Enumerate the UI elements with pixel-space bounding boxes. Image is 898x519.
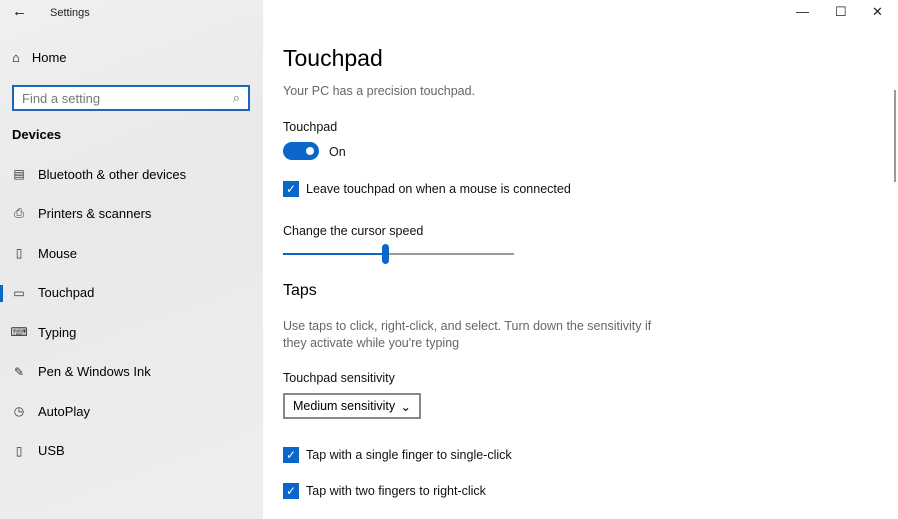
slider-fill	[283, 253, 385, 255]
checkbox-checked-icon[interactable]: ✓	[283, 181, 299, 197]
sidebar-item-printers-scanners[interactable]: ⎙ Printers & scanners	[0, 199, 263, 229]
sensitivity-dropdown[interactable]: Medium sensitivity ⌄	[283, 393, 421, 419]
usb-icon: ▯	[15, 443, 23, 458]
sidebar-item-pen-windows-ink[interactable]: ✎ Pen & Windows Ink	[0, 357, 263, 387]
scrollbar[interactable]	[894, 90, 896, 182]
window-title: Settings	[50, 7, 90, 19]
page-subtitle: Your PC has a precision touchpad.	[283, 84, 476, 98]
sidebar-item-label: Touchpad	[38, 285, 95, 300]
sidebar-item-label: Bluetooth & other devices	[38, 166, 187, 182]
sensitivity-label: Touchpad sensitivity	[283, 371, 395, 385]
cursor-speed-label: Change the cursor speed	[283, 224, 424, 238]
leave-on-checkbox-row[interactable]: ✓ Leave touchpad on when a mouse is conne…	[283, 181, 571, 197]
close-icon[interactable]: ✕	[872, 4, 883, 20]
checkbox-label: Tap with a single finger to single-click	[306, 448, 512, 462]
checkbox-label: Leave touchpad on when a mouse is connec…	[306, 182, 571, 196]
minimize-icon[interactable]: —	[796, 4, 809, 19]
mouse-icon: ▯	[15, 246, 23, 260]
sensitivity-value: Medium sensitivity	[293, 399, 396, 413]
two-finger-checkbox-row[interactable]: ✓ Tap with two fingers to right-click	[283, 483, 486, 499]
search-icon: ⌕	[232, 90, 240, 105]
taps-description: Use taps to click, right-click, and sele…	[283, 319, 652, 350]
bluetooth-devices-icon: ▤	[13, 167, 25, 181]
page-title: Touchpad	[283, 45, 383, 71]
section-title: Devices	[12, 127, 62, 142]
sidebar-item-label: Typing	[38, 324, 77, 340]
sidebar: ← Settings ⌂ Home Find a setting ⌕ Devices…	[0, 0, 263, 519]
back-arrow-icon[interactable]: ←	[12, 3, 27, 20]
checkbox-label: Tap with two fingers to right-click	[306, 484, 486, 498]
keyboard-icon: ⌨	[10, 325, 28, 339]
search-input[interactable]: Find a setting ⌕	[12, 85, 250, 111]
sidebar-item-touchpad[interactable]: ▭ Touchpad	[0, 278, 263, 308]
chevron-down-icon: ⌄	[400, 399, 411, 414]
touchpad-icon: ▭	[13, 285, 25, 300]
sidebar-item-mouse[interactable]: ▯ Mouse	[0, 238, 263, 268]
sidebar-item-label: AutoPlay	[38, 403, 91, 419]
sidebar-item-usb[interactable]: ▯ USB	[0, 436, 263, 466]
cursor-speed-slider[interactable]	[283, 244, 514, 264]
printer-icon: ⎙	[14, 206, 24, 220]
sidebar-item-autoplay[interactable]: ◷ AutoPlay	[0, 396, 263, 426]
autoplay-icon: ◷	[13, 404, 25, 418]
maximize-icon[interactable]: ☐	[835, 4, 847, 20]
main-content: — ☐ ✕ Touchpad Your PC has a precision t…	[263, 0, 898, 519]
home-label: Home	[31, 50, 67, 65]
sidebar-item-label: Printers & scanners	[38, 206, 152, 221]
touchpad-toggle-label: Touchpad	[283, 120, 338, 134]
checkbox-checked-icon[interactable]: ✓	[283, 483, 299, 499]
sidebar-item-typing[interactable]: ⌨ Typing	[0, 317, 263, 347]
sidebar-item-bluetooth-other-devices[interactable]: ▤ Bluetooth & other devices	[0, 159, 263, 189]
home-icon: ⌂	[12, 50, 20, 65]
toggle-state: On	[329, 145, 346, 159]
single-tap-checkbox-row[interactable]: ✓ Tap with a single finger to single-clic…	[283, 447, 512, 463]
slider-thumb[interactable]	[381, 244, 389, 264]
home-link[interactable]: ⌂ Home	[12, 50, 67, 65]
search-placeholder: Find a setting	[22, 90, 101, 106]
sidebar-item-label: USB	[38, 443, 65, 458]
sidebar-item-label: Pen & Windows Ink	[38, 364, 151, 379]
checkbox-checked-icon[interactable]: ✓	[283, 447, 299, 463]
taps-heading: Taps	[283, 282, 317, 299]
touchpad-toggle[interactable]	[283, 142, 319, 160]
pen-icon: ✎	[13, 364, 25, 379]
sidebar-item-label: Mouse	[38, 245, 78, 261]
